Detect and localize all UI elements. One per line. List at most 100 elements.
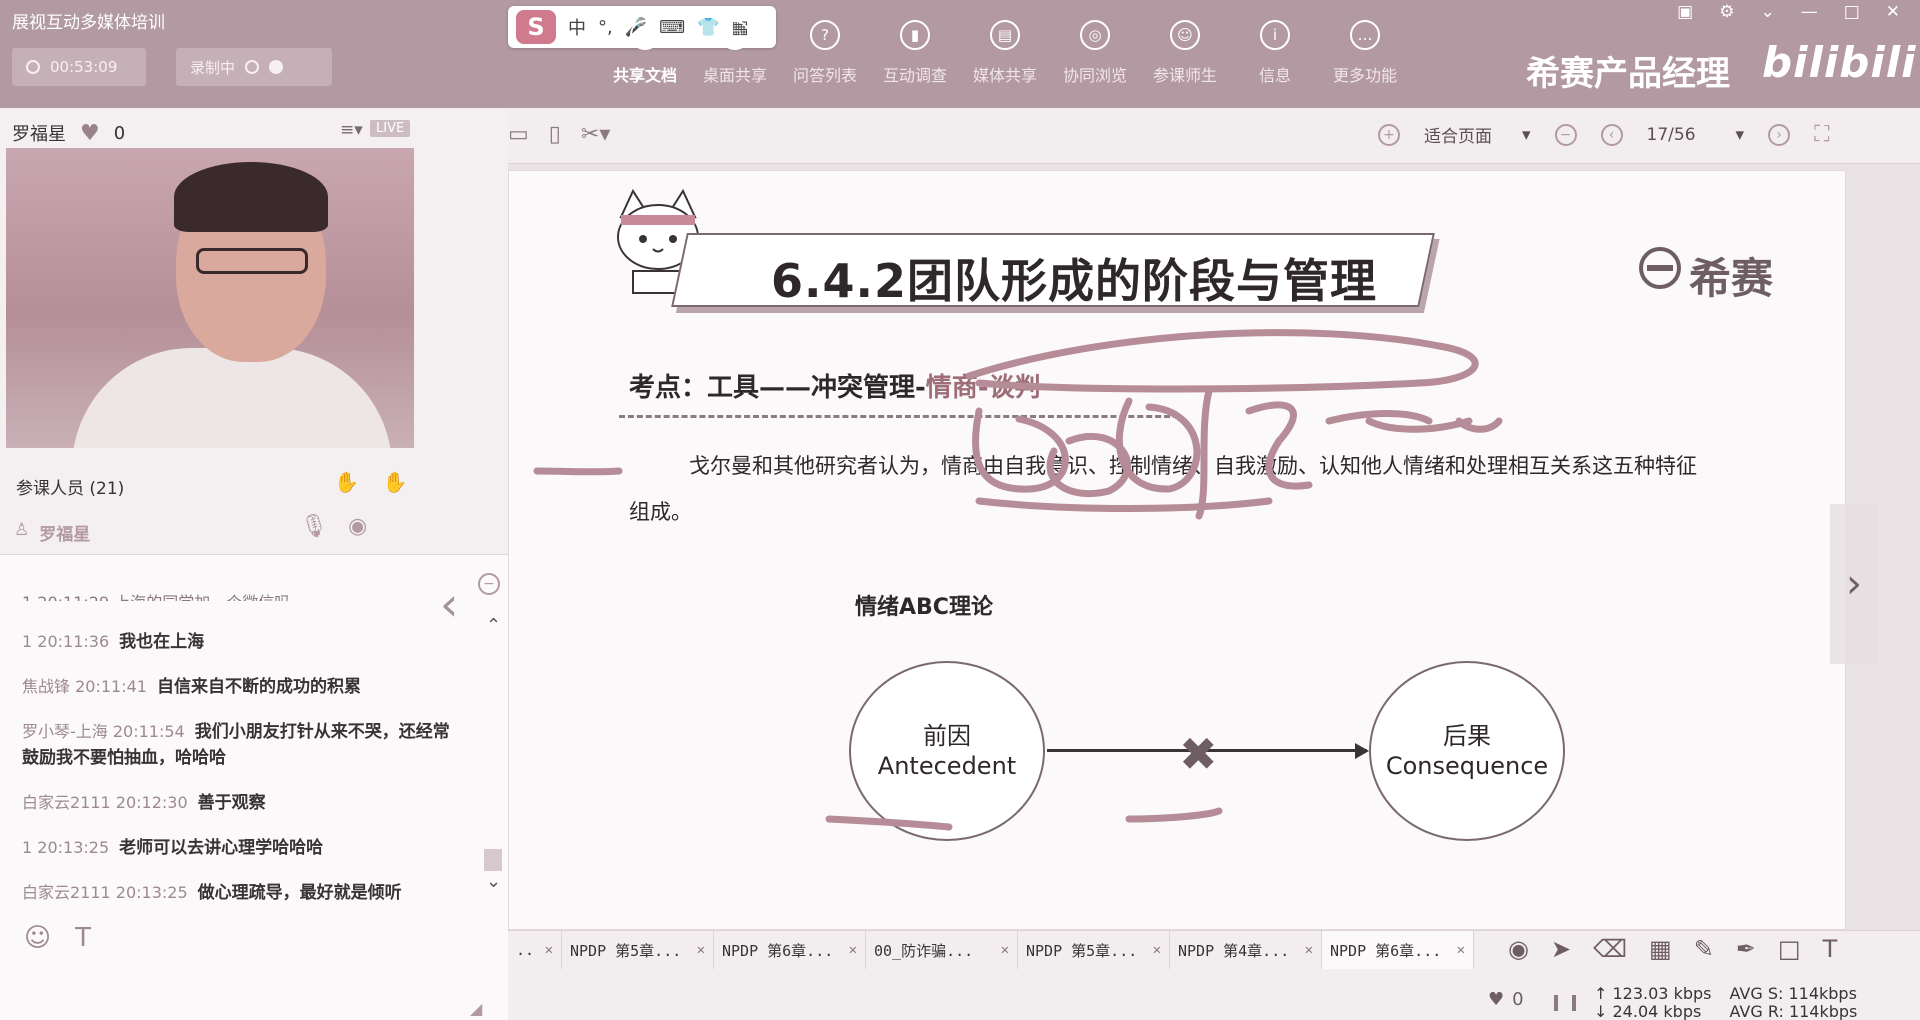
- chat-sender: 罗小琴-上海 20:11:54: [22, 722, 185, 741]
- collapse-chat-icon[interactable]: ‹: [440, 577, 458, 631]
- fullscreen-icon[interactable]: ⛶: [1814, 122, 1829, 147]
- emoji-icon[interactable]: ☺: [24, 923, 51, 953]
- eraser-icon[interactable]: ⌫: [1593, 935, 1627, 963]
- chat-partial-message: 1 20:11:29 上海的同学加一个微信吗: [22, 589, 290, 601]
- heart-icon: ♥: [1488, 989, 1505, 1010]
- mute-all-icon[interactable]: ✋: [334, 470, 359, 494]
- tool-co-browse[interactable]: ◎ 协同浏览: [1050, 20, 1140, 86]
- tab-label: NPDP 第4章...: [1178, 941, 1290, 960]
- top-bar: 展视互动多媒体培训 00:53:09 录制中 S 中 °, 🎤 ⌨ 👕 ▦ ▭ …: [0, 0, 1920, 108]
- tool-media-share[interactable]: ▤ 媒体共享: [960, 20, 1050, 86]
- settings-icon[interactable]: ⚙: [1719, 2, 1734, 22]
- info-icon: i: [1260, 20, 1290, 50]
- prev-page-icon[interactable]: ‹: [1600, 123, 1623, 146]
- doc-tab-active[interactable]: NPDP 第6章... ✕: [1322, 931, 1474, 969]
- tool-label: 媒体共享: [972, 66, 1037, 85]
- chat-sender: 焦战锋 20:11:41: [22, 677, 147, 696]
- left-panel: 罗福星 ♥ 0 ≡▾ LIVE 参课人员 (21) ✋ ✋ ♙ 罗福星 🎙 ◉ …: [0, 108, 508, 1020]
- chat-tools: ☺ T: [24, 923, 91, 953]
- chat-text: 善于观察: [197, 793, 266, 813]
- doc-tab[interactable]: 00_防诈骗... ✕: [866, 931, 1018, 969]
- highlighter-icon[interactable]: ✎: [1694, 935, 1714, 963]
- screenshot-icon[interactable]: ▣: [1677, 2, 1693, 22]
- rectangle-icon[interactable]: □: [1778, 935, 1801, 963]
- next-page-icon[interactable]: ›: [1768, 123, 1791, 146]
- chat-scrollbar-thumb[interactable]: [484, 849, 502, 871]
- window-controls: ▣ ⚙ ⌄ — □ ✕: [1677, 2, 1900, 22]
- doc-tab[interactable]: NPDP 第5章... ✕: [562, 931, 714, 969]
- chevron-down-icon[interactable]: ⌄: [486, 871, 501, 892]
- next-slide-arrow-icon[interactable]: ›: [1830, 504, 1878, 664]
- record-button[interactable]: 录制中: [176, 48, 332, 86]
- camera-icon[interactable]: ◉: [348, 514, 367, 539]
- scissors-icon[interactable]: ✂▾: [581, 122, 610, 147]
- upload-value: 123.03 kbps: [1612, 984, 1712, 1003]
- ime-chinese-toggle[interactable]: 中: [568, 14, 586, 40]
- list-icon[interactable]: ≡▾: [340, 120, 363, 140]
- bandwidth: ↑ 123.03 kbps ↓ 24.04 kbps: [1594, 985, 1711, 1020]
- tool-qa-list[interactable]: ? 问答列表: [780, 20, 870, 86]
- file-icon[interactable]: ▯: [549, 122, 561, 147]
- browse-icon: ◎: [1080, 20, 1110, 50]
- doc-tab[interactable]: NPDP 第4章... ✕: [1170, 931, 1322, 969]
- slide-logo-text: 希赛: [1689, 254, 1774, 303]
- tab-label: NPDP 第5章...: [1026, 941, 1138, 960]
- close-icon[interactable]: ✕: [1305, 942, 1313, 958]
- doc-tab[interactable]: NPDP 第6章... ✕: [714, 931, 866, 969]
- tool-label: 互动调查: [882, 66, 947, 85]
- teacher-video: [6, 148, 414, 448]
- heart-icon[interactable]: ♥: [80, 121, 100, 146]
- chat-minimize-icon[interactable]: −: [478, 573, 500, 595]
- chevron-up-icon[interactable]: ⌃: [486, 615, 501, 636]
- tool-participants[interactable]: ☺ 参课师生: [1140, 20, 1230, 86]
- chat-text: 老师可以去讲心理学哈哈哈: [119, 838, 324, 858]
- record-dot-icon[interactable]: ◉: [1508, 935, 1529, 963]
- mic-icon[interactable]: 🎙: [300, 514, 328, 539]
- media-icon: ▤: [990, 20, 1020, 50]
- chat-message: 白家云2111 20:12:30 善于观察: [22, 790, 462, 816]
- maximize-icon[interactable]: □: [1844, 2, 1860, 22]
- zoom-out-icon[interactable]: −: [1554, 123, 1577, 146]
- close-icon[interactable]: ✕: [1001, 942, 1009, 958]
- folder-icon[interactable]: ▭: [508, 122, 529, 147]
- page-select[interactable]: 17/56 ▾: [1647, 125, 1745, 145]
- pointer-icon[interactable]: ➤: [1551, 935, 1571, 963]
- zoom-in-icon[interactable]: +: [1378, 123, 1400, 146]
- doc-tab[interactable]: NPDP 第5章... ✕: [1018, 931, 1170, 969]
- fit-select[interactable]: 适合页面 ▾: [1424, 122, 1531, 148]
- antecedent-node: 前因 Antecedent: [849, 661, 1045, 841]
- close-icon[interactable]: ✕: [1153, 942, 1161, 958]
- tool-more[interactable]: … 更多功能: [1320, 20, 1410, 86]
- pen-icon[interactable]: ✒: [1736, 935, 1756, 963]
- resize-handle-icon[interactable]: ◢: [470, 999, 482, 1018]
- timer-display: 00:53:09: [12, 48, 146, 86]
- close-icon[interactable]: ✕: [1886, 2, 1900, 22]
- clear-icon[interactable]: ▦: [1649, 935, 1672, 963]
- chat-list: 1 20:11:36 我也在上海 焦战锋 20:11:41 自信来自不断的成功的积累…: [22, 629, 462, 925]
- raise-hand-icon[interactable]: ✋: [383, 470, 408, 494]
- chat-message: 焦战锋 20:11:41 自信来自不断的成功的积累: [22, 674, 462, 700]
- ink-stroke: [1455, 417, 1503, 433]
- chat-sender: 白家云2111 20:13:25: [22, 883, 188, 902]
- tool-info[interactable]: i 信息: [1230, 20, 1320, 86]
- collapse-icon[interactable]: ⌄: [1760, 2, 1774, 22]
- close-icon[interactable]: ✕: [545, 942, 553, 958]
- minimize-icon[interactable]: —: [1801, 2, 1818, 22]
- host-name: 罗福星: [12, 124, 66, 145]
- tool-desktop-share[interactable]: ▢ 桌面共享: [690, 20, 780, 86]
- like-counter[interactable]: ♥ 0: [1488, 989, 1524, 1010]
- tool-share-doc[interactable]: ▭ 共享文档: [600, 20, 690, 86]
- chat-text: 做心理疏导，最好就是倾听: [197, 883, 402, 903]
- text-tool-icon[interactable]: T: [1823, 935, 1838, 963]
- avg-receive: AVG R: 114kbps: [1729, 1002, 1858, 1020]
- member-row[interactable]: ♙ 罗福星: [14, 520, 90, 545]
- doc-tab-partial[interactable]: .. ✕: [508, 931, 562, 969]
- close-icon[interactable]: ✕: [849, 942, 857, 958]
- upload-rate: ↑ 123.03 kbps: [1594, 984, 1712, 1003]
- text-format-icon[interactable]: T: [75, 923, 91, 953]
- close-icon[interactable]: ✕: [697, 942, 705, 958]
- average-rates: AVG S: 114kbps AVG R: 114kbps: [1729, 985, 1857, 1020]
- chevron-down-icon: ▾: [1735, 124, 1745, 145]
- close-icon[interactable]: ✕: [1457, 942, 1465, 958]
- tool-survey[interactable]: ▮ 互动调查: [870, 20, 960, 86]
